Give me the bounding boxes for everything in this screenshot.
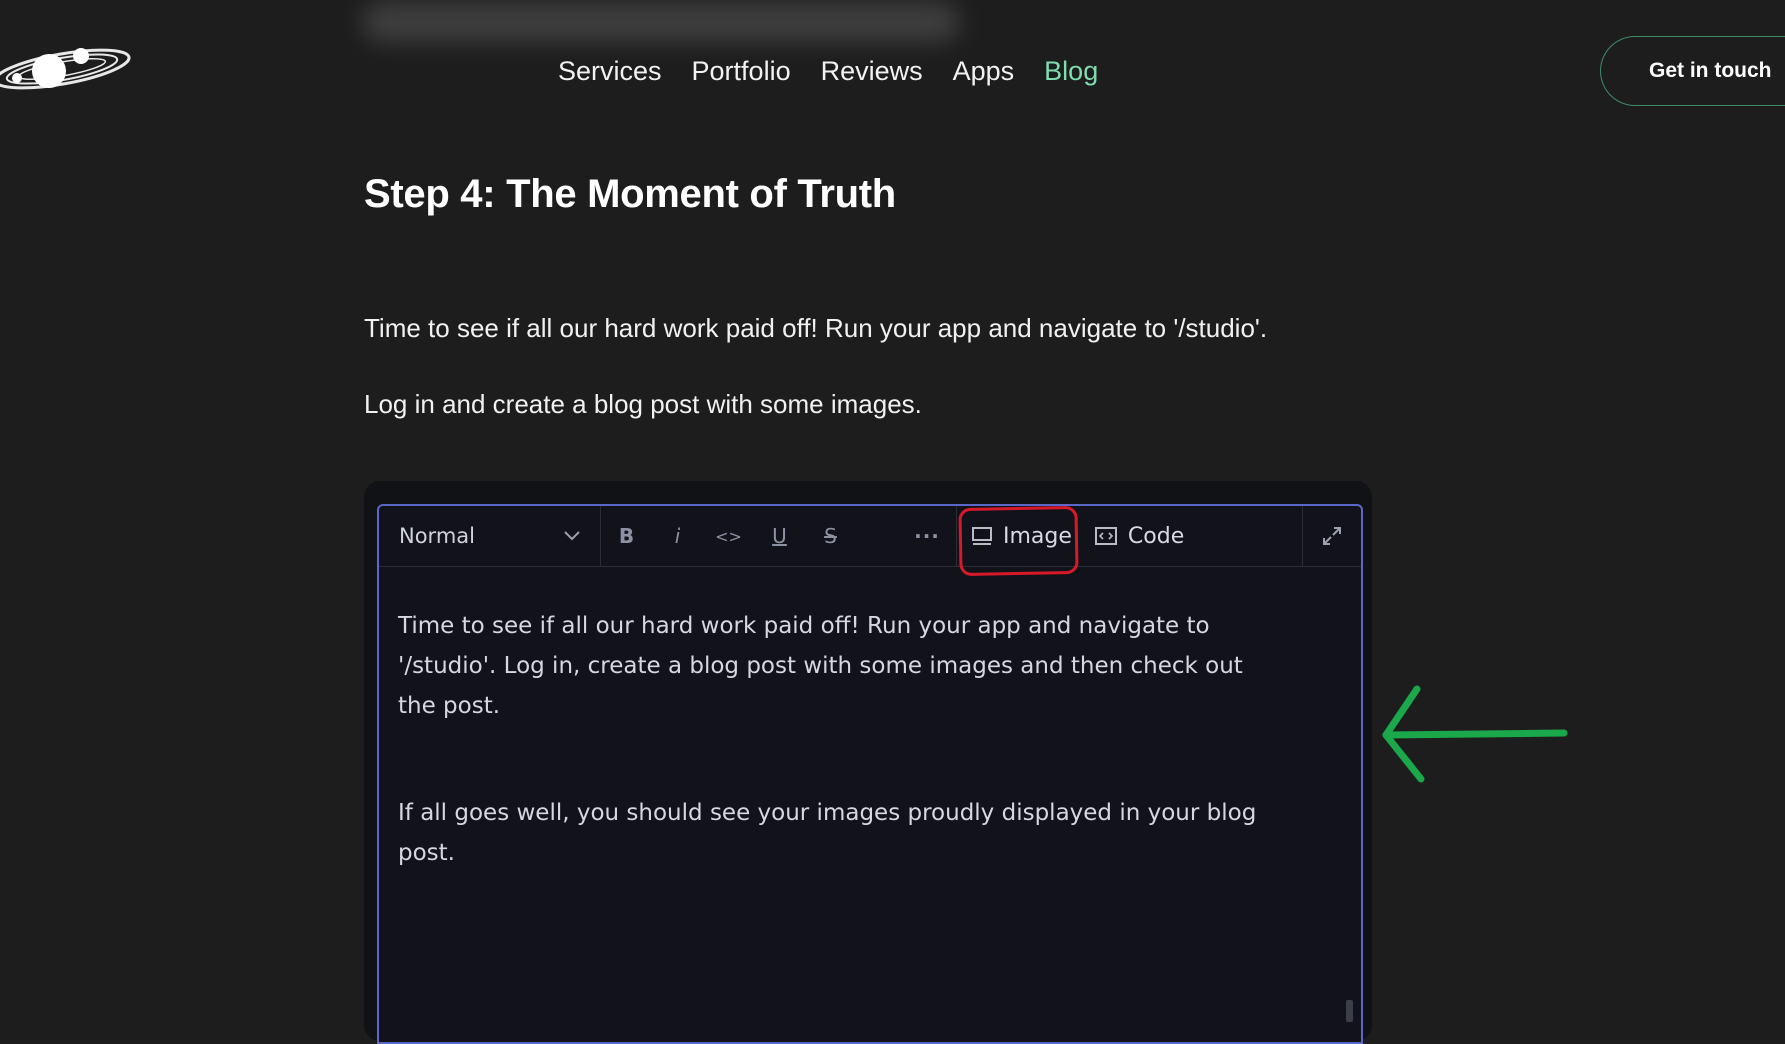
section-heading: Step 4: The Moment of Truth — [364, 172, 896, 216]
rich-text-editor: Normal B i <> U S ··· Image Code Time to… — [377, 504, 1363, 1044]
expand-icon — [1323, 527, 1341, 545]
editor-paragraph: If all goes well, you should see your im… — [398, 800, 1257, 866]
underline-button: U — [772, 524, 787, 548]
article-paragraph: Time to see if all our hard work paid of… — [364, 313, 1268, 343]
editor-paragraph: Time to see if all our hard work paid of… — [398, 613, 1243, 719]
italic-button: i — [674, 524, 681, 548]
red-highlight-annotation — [958, 505, 1079, 577]
blurred-header-element — [362, 2, 960, 42]
get-in-touch-button[interactable]: Get in touch — [1600, 36, 1785, 106]
block-style-select: Normal — [379, 506, 601, 566]
editor-toolbar: Normal B i <> U S ··· Image Code — [379, 506, 1361, 567]
nav-item-reviews[interactable]: Reviews — [821, 52, 923, 90]
editor-scrollbar — [1346, 1000, 1353, 1022]
article-paragraph: Log in and create a blog post with some … — [364, 389, 922, 419]
chevron-down-icon — [564, 531, 580, 541]
nav-item-apps[interactable]: Apps — [953, 52, 1015, 90]
more-options-button: ··· — [898, 506, 957, 566]
inline-code-button: <> — [715, 526, 742, 546]
planet-logo-icon[interactable] — [0, 40, 132, 98]
nav-item-blog[interactable]: Blog — [1044, 52, 1098, 90]
green-arrow-annotation-icon — [1382, 685, 1568, 783]
main-nav: Services Portfolio Reviews Apps Blog — [558, 52, 1098, 90]
editor-screenshot-image: Normal B i <> U S ··· Image Code Time to… — [364, 481, 1372, 1044]
insert-code-button: Code — [1080, 506, 1198, 566]
block-style-value: Normal — [399, 524, 475, 548]
bold-button: B — [618, 524, 635, 548]
nav-item-services[interactable]: Services — [558, 52, 662, 90]
fullscreen-button — [1302, 506, 1361, 566]
code-label: Code — [1127, 523, 1185, 549]
nav-item-portfolio[interactable]: Portfolio — [692, 52, 791, 90]
editor-content: Time to see if all our hard work paid of… — [398, 606, 1258, 873]
strikethrough-button: S — [824, 524, 837, 548]
code-block-icon — [1094, 527, 1117, 545]
